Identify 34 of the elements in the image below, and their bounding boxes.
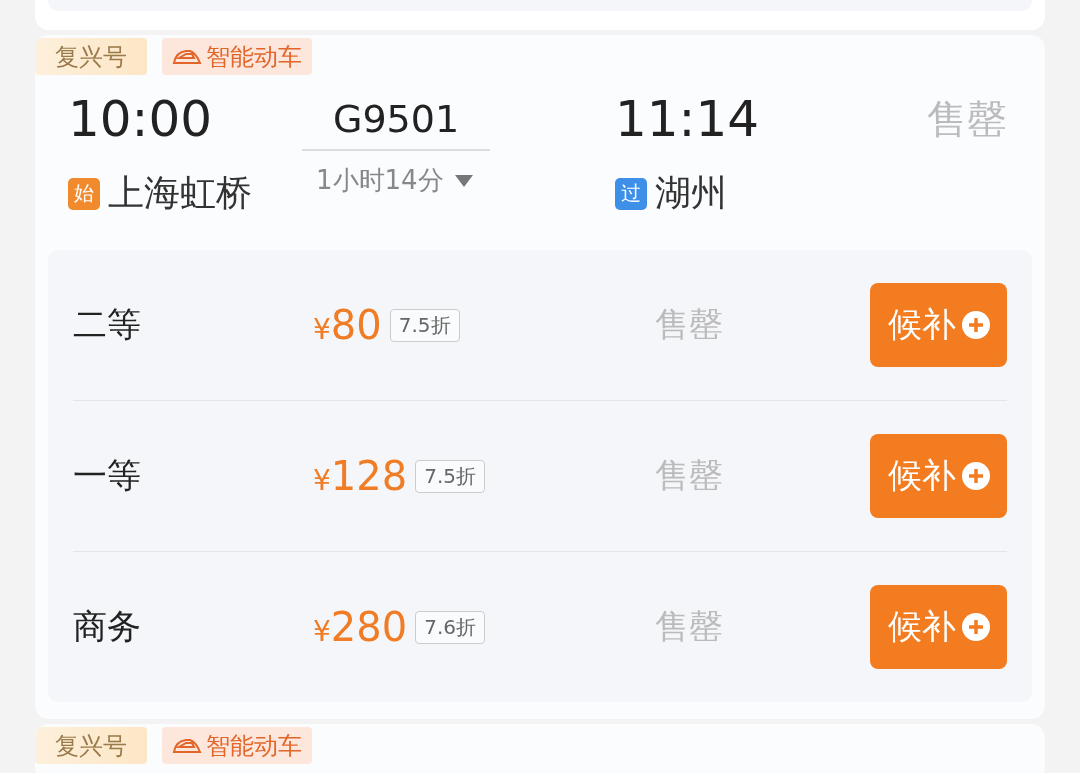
train-number[interactable]: G9501 xyxy=(302,89,491,151)
seat-status: 售罄 xyxy=(654,454,724,497)
duration-toggle[interactable]: 1小时14分 xyxy=(302,151,488,198)
arrival-station: 湖州 xyxy=(655,171,727,215)
arrival-time: 11:14 xyxy=(615,89,761,149)
train-tag: 复兴号 xyxy=(35,38,147,75)
price: ¥128 xyxy=(313,456,408,496)
seat-class: 一等 xyxy=(73,454,142,497)
seat-status: 售罄 xyxy=(654,605,724,648)
discount-tag: 7.6折 xyxy=(415,610,485,644)
train-icon xyxy=(172,48,202,65)
seat-class: 商务 xyxy=(73,605,142,648)
train-tag: 智能动车 xyxy=(162,727,312,764)
waitlist-button[interactable]: 候补 xyxy=(870,434,1007,518)
plus-icon xyxy=(961,613,990,641)
seat-status: 售罄 xyxy=(654,303,724,346)
departure-station: 上海虹桥 xyxy=(108,171,252,215)
price: ¥80 xyxy=(313,305,382,345)
price: ¥280 xyxy=(313,607,408,647)
waitlist-button[interactable]: 候补 xyxy=(870,585,1007,669)
seat-class: 二等 xyxy=(73,303,142,346)
train-tag: 智能动车 xyxy=(162,38,312,75)
train-tag: 复兴号 xyxy=(35,727,147,764)
availability-status: 售罄 xyxy=(927,95,1007,144)
station-badge: 过 xyxy=(615,177,647,210)
train-icon xyxy=(172,737,202,754)
plus-icon xyxy=(961,311,990,339)
waitlist-button[interactable]: 候补 xyxy=(870,283,1007,367)
departure-time: 10:00 xyxy=(68,89,214,149)
discount-tag: 7.5折 xyxy=(389,308,460,342)
caret-icon xyxy=(453,173,474,188)
discount-tag: 7.5折 xyxy=(415,459,485,493)
station-badge: 始 xyxy=(68,177,100,210)
plus-icon xyxy=(961,462,990,490)
